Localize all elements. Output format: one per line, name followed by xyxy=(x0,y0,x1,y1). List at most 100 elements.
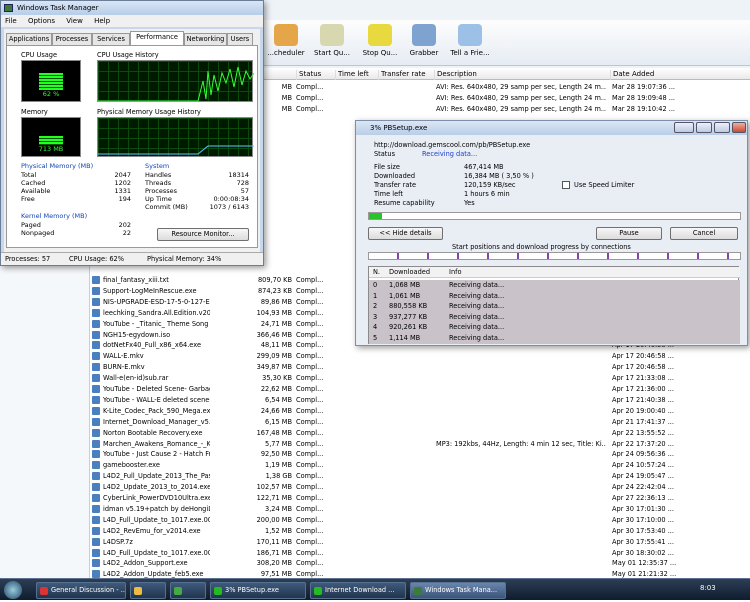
connection-row[interactable]: 5 1,114 MB Receiving data... xyxy=(369,332,740,344)
connection-cell: 3 xyxy=(373,312,378,321)
scheduler-button[interactable]: ...cheduler xyxy=(264,24,308,57)
menu-file[interactable]: File xyxy=(5,17,17,25)
download-row[interactable]: Wall-e(en-id)sub.rar 35,30 KB Compl... Apr … xyxy=(90,373,750,384)
start-button[interactable] xyxy=(4,581,22,599)
download-row[interactable]: Marchen_Awakens_Romance_-_Kimi_... 5,77 M… xyxy=(90,439,750,450)
download-row[interactable]: Internet_Download_Manager_v5.18_... 6,15 … xyxy=(90,417,750,428)
row-name: Support-LogMeInRescue.exe xyxy=(90,286,210,297)
menu-options[interactable]: Options xyxy=(28,17,55,25)
tab-applications[interactable]: Applications xyxy=(6,33,52,45)
row-name-text: K-Lite_Codec_Pack_590_Mega.exe xyxy=(103,406,210,415)
download-row[interactable]: L4D_Full_Update_to_1017.exe.002 186,71 MB… xyxy=(90,548,750,559)
connection-cell: 5 xyxy=(373,333,378,342)
download-row[interactable]: CyberLink_PowerDVD10Ultra.exe 122,71 MB Co… xyxy=(90,493,750,504)
row-name: Internet_Download_Manager_v5.18_... xyxy=(90,417,210,428)
download-row[interactable]: WALL-E.mkv 299,09 MB Compl... Apr 17 20:46:… xyxy=(90,351,750,362)
download-row[interactable]: YouTube - Just Cause 2 - Hatch From I...… xyxy=(90,449,750,460)
taskbar-firefox[interactable]: General Discussion - ... xyxy=(36,582,126,599)
download-progress-dialog: 3% PBSetup.exe http://download.gemscool.… xyxy=(355,120,748,346)
taskbar-idm[interactable]: Internet Download ... xyxy=(310,582,406,599)
taskbar-explorer[interactable] xyxy=(130,582,166,599)
row-date: Apr 30 17:10:00 ... xyxy=(612,515,674,524)
speed-limiter-checkbox[interactable] xyxy=(562,181,570,189)
download-row[interactable]: L4D2_Update_2013_to_2014.exe 102,57 MB Com… xyxy=(90,482,750,493)
close-button[interactable] xyxy=(732,122,746,133)
tab-processes[interactable]: Processes xyxy=(52,33,92,45)
connection-cell: 4 xyxy=(373,323,378,331)
row-date: Apr 20 19:00:40 ... xyxy=(612,406,674,415)
download-row[interactable]: L4D2_RevEmu_for_v2014.exe 1,52 MB Compl...… xyxy=(90,526,750,537)
connection-row[interactable]: 3 937,277 KB Receiving data... xyxy=(369,311,740,323)
row-name: dotNetFx40_Full_x86_x64.exe xyxy=(90,340,210,351)
row-name-text: Support-LogMeInRescue.exe xyxy=(103,286,197,295)
download-row[interactable]: BURN-E.mkv 349,87 MB Compl... Apr 17 20:46:… xyxy=(90,362,750,373)
download-row[interactable]: YouTube - WALL-E deleted scene- Dum... 6,… xyxy=(90,395,750,406)
connection-row[interactable]: 4 920,261 KB Receiving data... xyxy=(369,322,740,333)
row-name-text: L4D2_Addon_Support.exe xyxy=(103,559,188,568)
resource-monitor-button[interactable]: Resource Monitor... xyxy=(157,228,249,241)
file-icon xyxy=(92,472,100,481)
app-icon xyxy=(174,587,182,595)
hide-details-button[interactable]: << Hide details xyxy=(368,227,443,240)
download-row[interactable]: YouTube - Deleted Scene- Garbage Air... 2… xyxy=(90,384,750,395)
column-description[interactable]: Description xyxy=(434,70,477,80)
column-time-left[interactable]: Time left xyxy=(335,70,369,80)
connection-row[interactable]: 2 880,558 KB Receiving data... xyxy=(369,301,740,312)
row-name-text: CyberLink_PowerDVD10Ultra.exe xyxy=(103,494,210,502)
file-icon xyxy=(92,515,100,524)
download-row[interactable]: L4D2_Full_Update_2013_The_Passing... 1,38… xyxy=(90,471,750,482)
field-label: Downloaded xyxy=(374,172,416,180)
pause-button[interactable]: Pause xyxy=(596,227,662,240)
file-icon xyxy=(92,537,100,546)
task-manager-titlebar[interactable]: Windows Task Manager xyxy=(1,1,263,15)
tab-users[interactable]: Users xyxy=(227,33,253,45)
row-size: 22,62 MB xyxy=(260,385,292,393)
column-status[interactable]: Status xyxy=(296,70,321,80)
connection-cell: 2 xyxy=(373,302,378,310)
menu-help[interactable]: Help xyxy=(94,17,110,25)
download-row[interactable]: K-Lite_Codec_Pack_590_Mega.exe 24,66 MB Co… xyxy=(90,406,750,417)
column-date-added[interactable]: Date Added xyxy=(610,70,654,80)
row-date: Apr 30 17:53:40 ... xyxy=(612,526,674,535)
tab-services[interactable]: Services xyxy=(92,33,130,45)
taskbar-pbsetup[interactable]: 3% PBSetup.exe xyxy=(210,582,306,599)
field-label: File size xyxy=(374,163,400,171)
download-dialog-titlebar[interactable]: 3% PBSetup.exe xyxy=(356,121,747,135)
column-transfer-rate[interactable]: Transfer rate xyxy=(378,70,426,80)
start-queue-button[interactable]: Start Qu... xyxy=(310,24,354,57)
tell-friend-button[interactable]: Tell a Frie... xyxy=(448,24,492,57)
minimize-button[interactable] xyxy=(696,122,712,133)
tab-performance[interactable]: Performance xyxy=(130,31,184,45)
download-row[interactable]: Norton Bootable Recovery.exe 167,48 MB Com… xyxy=(90,428,750,439)
maximize-button[interactable] xyxy=(714,122,730,133)
row-status: Compl... xyxy=(296,406,324,415)
download-dialog-title: 3% PBSetup.exe xyxy=(370,124,428,132)
stat-value: 0:00:08:34 xyxy=(213,195,249,203)
row-name-text: YouTube - _Titanic_ Theme Song --HQ... xyxy=(103,319,210,328)
row-name-text: YouTube - Just Cause 2 - Hatch From I... xyxy=(103,450,210,459)
menu-view[interactable]: View xyxy=(66,17,83,25)
minimize-to-tray-button[interactable] xyxy=(674,122,694,133)
stop-queue-button[interactable]: Stop Qu... xyxy=(358,24,402,57)
taskbar-misc[interactable] xyxy=(170,582,206,599)
field-value: 1 hours 6 min xyxy=(464,190,510,198)
row-name: YouTube - _Titanic_ Theme Song --HQ... xyxy=(90,319,210,330)
download-row[interactable]: L4D_Full_Update_to_1017.exe.001 200,00 MB… xyxy=(90,515,750,526)
download-row[interactable]: L4D2_Addon_Support.exe 308,20 MB Compl... M… xyxy=(90,558,750,569)
download-row[interactable]: idman v5.19+patch by deHongiLi.zip 3,24 M… xyxy=(90,504,750,515)
taskbar-task-manager[interactable]: Windows Task Mana... xyxy=(410,582,506,599)
cancel-button[interactable]: Cancel xyxy=(670,227,738,240)
tab-networking[interactable]: Networking xyxy=(184,33,227,45)
row-name: NIS-UPGRADE-ESD-17-5-0-127-EN.exe xyxy=(90,297,210,308)
start-queue-icon xyxy=(320,24,344,46)
download-row[interactable]: gamebooster.exe 1,19 MB Compl... Apr 24 10:… xyxy=(90,460,750,471)
memory-bar xyxy=(39,135,63,145)
row-size: 122,71 MB xyxy=(256,494,292,502)
file-icon xyxy=(92,406,100,415)
grabber-button[interactable]: Grabber xyxy=(402,24,446,57)
file-icon xyxy=(92,428,100,437)
connection-row[interactable]: 1 1,061 MB Receiving data... xyxy=(369,290,740,302)
file-icon xyxy=(92,417,100,426)
connection-row[interactable]: 0 1,068 MB Receiving data... xyxy=(369,280,740,291)
download-row[interactable]: L4DSP.7z 170,11 MB Compl... Apr 30 17:55:41… xyxy=(90,537,750,548)
